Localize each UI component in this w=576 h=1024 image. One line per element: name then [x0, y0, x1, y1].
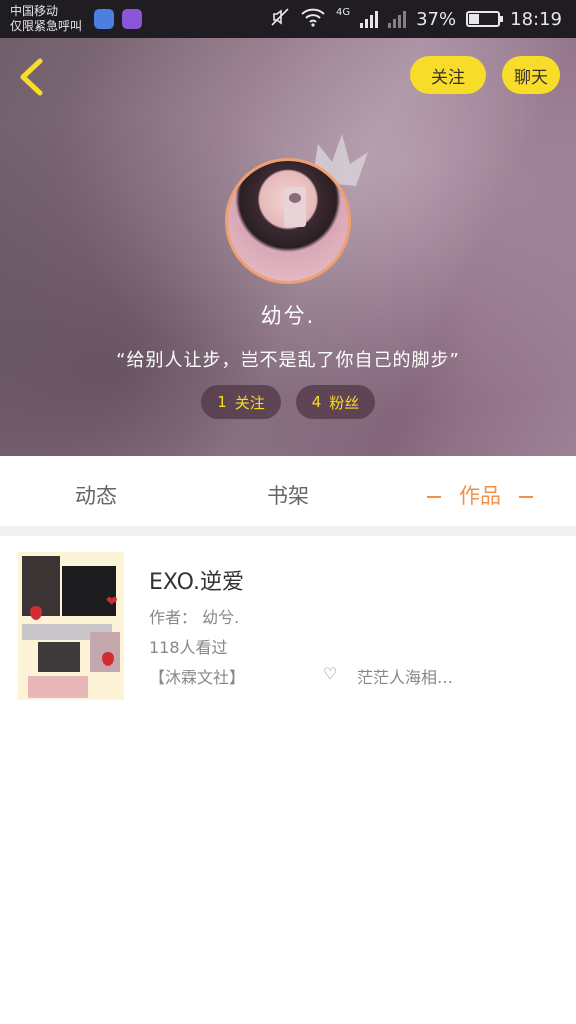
following-label: 关注 — [234, 393, 265, 412]
work-views: 118人看过 — [149, 638, 228, 657]
emergency-calls-only: 仅限紧急呼叫 — [10, 19, 83, 33]
work-card[interactable]: ❤ EXO.逆爱 作者： 幼兮. 118人看过 【沐霖文社】 ♡ 茫茫人海相… — [8, 544, 568, 706]
signal-icon — [360, 10, 379, 28]
profile-header: 关注 聊天 幼兮. “给别人让步，岂不是乱了你自己的脚步” 1 关注 4 粉丝 — [0, 38, 576, 456]
tab-dash-left — [427, 496, 441, 498]
wifi-icon — [300, 7, 326, 32]
cover-photo — [22, 556, 60, 616]
fans-stat[interactable]: 4 粉丝 — [296, 385, 375, 419]
cover-photo — [38, 642, 80, 672]
chat-button[interactable]: 聊天 — [502, 56, 560, 94]
heart-outline-icon: ♡ — [323, 664, 338, 683]
tab-activity[interactable]: 动态 — [0, 456, 192, 526]
clock: 18:19 — [510, 8, 562, 30]
signature: “给别人让步，岂不是乱了你自己的脚步” — [116, 350, 460, 371]
following-count: 1 — [217, 393, 227, 411]
follow-button[interactable]: 关注 — [410, 56, 486, 94]
location-app-icon — [94, 9, 114, 29]
fans-label: 粉丝 — [329, 393, 360, 412]
strawberry-icon — [30, 606, 42, 620]
heart-icon: ❤ — [106, 594, 118, 610]
tab-bookshelf[interactable]: 书架 — [192, 456, 384, 526]
battery-fill — [469, 14, 480, 24]
avatar[interactable] — [225, 158, 351, 284]
carrier-name: 中国移动 — [10, 4, 59, 18]
back-arrow-icon — [20, 58, 43, 96]
tab-bookshelf-label: 书架 — [267, 484, 309, 508]
tab-dash-right — [519, 496, 533, 498]
battery-icon — [466, 11, 504, 27]
mute-icon — [270, 7, 290, 31]
tab-activity-label: 动态 — [75, 484, 117, 508]
gallery-app-icon — [122, 9, 142, 29]
back-button[interactable] — [14, 56, 48, 98]
work-tag: 茫茫人海相… — [357, 668, 454, 687]
work-tag: 【沐霖文社】 — [149, 668, 246, 687]
status-bar: 中国移动 仅限紧急呼叫 4G 37% 18:19 — [0, 0, 576, 38]
work-tags: 【沐霖文社】 ♡ 茫茫人海相… — [149, 664, 549, 688]
signal-2-icon — [388, 10, 407, 28]
tab-works-label: 作品 — [459, 484, 501, 508]
battery-percent: 37% — [416, 8, 457, 30]
following-stat[interactable]: 1 关注 — [201, 385, 281, 419]
work-author: 作者： 幼兮. — [149, 608, 240, 627]
fans-count: 4 — [311, 393, 322, 411]
profile-tabs: 动态 书架 作品 — [0, 456, 576, 536]
avatar-phone — [284, 187, 306, 227]
tab-works[interactable]: 作品 — [384, 456, 576, 526]
carrier-info: 中国移动 仅限紧急呼叫 — [10, 4, 82, 34]
book-cover: ❤ — [18, 552, 124, 700]
work-title: EXO.逆爱 — [149, 570, 244, 595]
network-type: 4G — [335, 7, 351, 18]
cover-photo — [28, 676, 88, 698]
username: 幼兮. — [260, 304, 316, 328]
status-icons: 4G 37% 18:19 — [270, 7, 562, 31]
